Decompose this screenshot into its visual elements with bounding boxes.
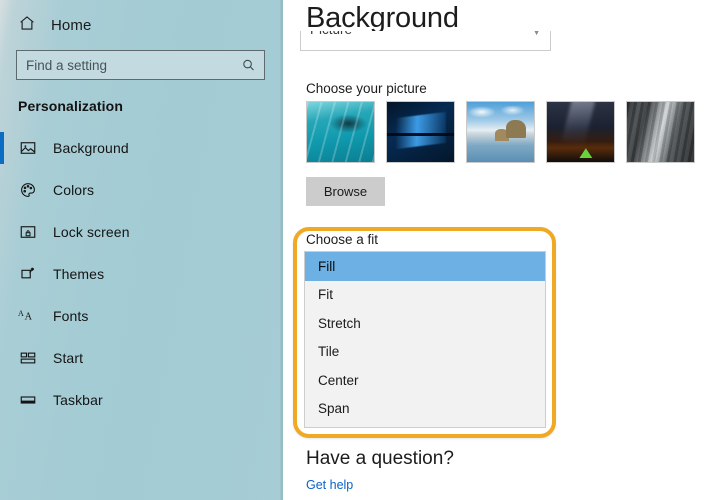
search-input[interactable] [17, 51, 264, 79]
sidebar-item-start[interactable]: Start [0, 337, 283, 379]
granite-cliff-wallpaper[interactable] [626, 101, 695, 163]
taskbar-icon [18, 391, 37, 410]
image-icon [18, 139, 37, 158]
choose-a-fit-listbox[interactable]: Fill Fit Stretch Tile Center Span [304, 251, 546, 428]
sidebar-nav: Background Colors Lock screen Themes A A… [0, 127, 283, 421]
night-sky-tent-wallpaper[interactable] [546, 101, 615, 163]
sidebar-item-taskbar[interactable]: Taskbar [0, 379, 283, 421]
home-icon [18, 14, 36, 37]
sidebar-item-lock-screen[interactable]: Lock screen [0, 211, 283, 253]
choose-your-picture-label: Choose your picture [306, 81, 427, 96]
sidebar-item-themes[interactable]: Themes [0, 253, 283, 295]
windows-10-hero-wallpaper[interactable] [386, 101, 455, 163]
themes-brush-icon [18, 265, 37, 284]
fit-option-center[interactable]: Center [305, 366, 545, 395]
chevron-down-icon: ▼ [532, 31, 541, 37]
browse-button[interactable]: Browse [306, 177, 385, 206]
sidebar-label-start: Start [53, 350, 84, 366]
fit-option-span[interactable]: Span [305, 395, 545, 424]
fit-option-fill[interactable]: Fill [305, 252, 545, 281]
sidebar-label-fonts: Fonts [53, 308, 89, 324]
underwater-diver-wallpaper[interactable] [306, 101, 375, 163]
sidebar-label-themes: Themes [53, 266, 105, 282]
sidebar-section-title: Personalization [18, 98, 123, 114]
fit-option-tile[interactable]: Tile [305, 338, 545, 367]
sidebar-home-label: Home [51, 16, 92, 34]
sidebar: Home Personalization Background [0, 0, 283, 500]
palette-icon [18, 181, 37, 200]
picture-thumbnail-list [306, 101, 695, 163]
choose-a-fit-label: Choose a fit [306, 232, 379, 247]
search-box[interactable] [16, 50, 265, 80]
sidebar-label-colors: Colors [53, 182, 95, 198]
beach-rock-arch-wallpaper[interactable] [466, 101, 535, 163]
sidebar-item-background[interactable]: Background [0, 127, 283, 169]
sidebar-label-background: Background [53, 140, 129, 156]
background-type-combobox[interactable]: Picture ▼ [300, 31, 551, 51]
start-tiles-icon [18, 349, 37, 368]
lock-screen-icon [18, 223, 37, 242]
sidebar-label-taskbar: Taskbar [53, 392, 103, 408]
sidebar-label-lock-screen: Lock screen [53, 224, 130, 240]
have-a-question-heading: Have a question? [306, 448, 454, 469]
fit-option-fit[interactable]: Fit [305, 281, 545, 310]
fonts-aa-icon: A A [18, 307, 37, 326]
get-help-link[interactable]: Get help [306, 478, 353, 492]
svg-text:A: A [25, 312, 33, 323]
fit-option-stretch[interactable]: Stretch [305, 309, 545, 338]
svg-text:A: A [18, 309, 24, 318]
sidebar-item-home[interactable]: Home [0, 9, 283, 41]
settings-window: Home Personalization Background [0, 0, 706, 500]
background-type-value: Picture [310, 31, 352, 37]
main-content: Background Picture ▼ Choose your picture… [283, 0, 706, 500]
sidebar-item-colors[interactable]: Colors [0, 169, 283, 211]
sidebar-item-fonts[interactable]: A A Fonts [0, 295, 283, 337]
